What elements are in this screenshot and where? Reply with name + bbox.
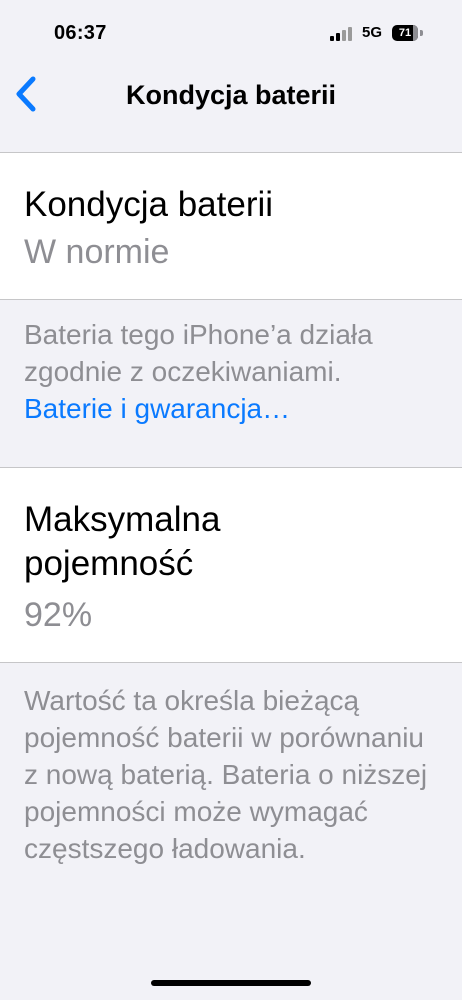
battery-health-description-text: Bateria tego iPhone’a działa zgodnie z o… [24, 319, 373, 387]
battery-nub [420, 30, 423, 36]
status-time: 06:37 [54, 22, 107, 44]
navigation-bar: Kondycja baterii [0, 60, 462, 130]
page-title: Kondycja baterii [125, 80, 337, 110]
network-type: 5G [362, 24, 383, 41]
status-bar: 06:37 5G 71 [0, 0, 462, 60]
cellular-signal-icon [330, 27, 354, 41]
max-capacity-description: Wartość ta określa bieżącą pojemność bat… [24, 685, 428, 864]
battery-health-title: Kondycja baterii [24, 185, 274, 224]
battery-health-status: W normie [24, 233, 170, 271]
home-indicator[interactable] [151, 980, 311, 986]
max-capacity-value: 92% [24, 596, 93, 634]
max-capacity-title: Maksymalna pojemność [24, 500, 221, 583]
battery-level-text: 71 [398, 27, 412, 39]
battery-health-description: Bateria tego iPhone’a działa zgodnie z o… [24, 316, 444, 427]
battery-icon: 71 [392, 25, 418, 41]
batteries-warranty-link[interactable]: Baterie i gwarancja… [24, 390, 444, 427]
battery-health-card: Kondycja baterii W normie [0, 152, 462, 300]
max-capacity-card: Maksymalna pojemność 92% [0, 467, 462, 663]
